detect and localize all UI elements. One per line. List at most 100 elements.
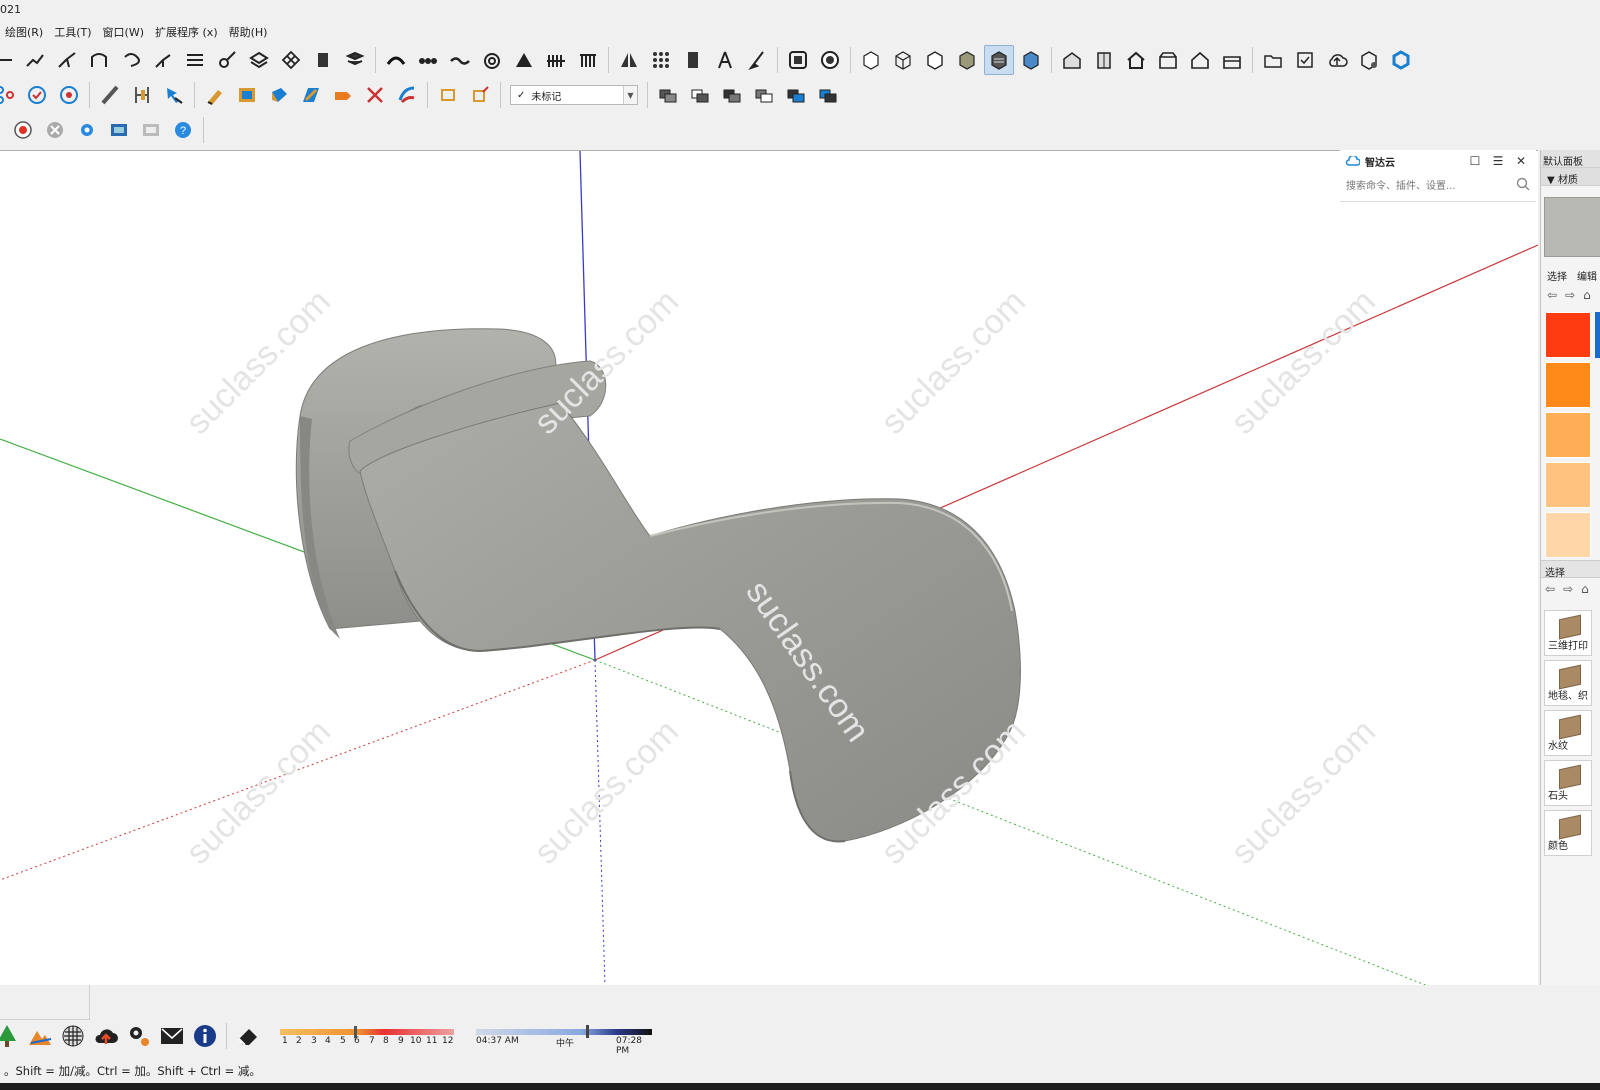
scene-record-icon[interactable] <box>815 45 845 75</box>
wave-tool-icon[interactable] <box>445 45 475 75</box>
arch-tool-icon[interactable] <box>381 45 411 75</box>
railing-tool-icon[interactable] <box>573 45 603 75</box>
shadow-time-slider[interactable]: 04:37 AM 中午 07:28 PM <box>474 1020 654 1056</box>
material-folder[interactable]: 三维打印 <box>1544 610 1592 656</box>
maximize-icon[interactable]: ☐ <box>1466 154 1484 168</box>
measurement-box[interactable] <box>0 985 90 1020</box>
chrome-sync-icon[interactable] <box>54 80 84 110</box>
compass-tool-icon[interactable] <box>710 45 740 75</box>
offset-tool-icon[interactable] <box>20 45 50 75</box>
house-left-icon[interactable] <box>1217 45 1247 75</box>
material-folder[interactable]: 水纹 <box>1544 710 1592 756</box>
cloud-upload-icon[interactable] <box>1322 45 1352 75</box>
layers-tool-icon[interactable] <box>244 45 274 75</box>
group-dark-icon[interactable] <box>717 80 747 110</box>
branch-tool-icon[interactable] <box>148 45 178 75</box>
select-arrow-tool-icon[interactable] <box>159 80 189 110</box>
bend-tool-icon[interactable] <box>95 80 125 110</box>
material-folder[interactable]: 石头 <box>1544 760 1592 806</box>
color-swatch[interactable] <box>1545 362 1591 408</box>
film-icon[interactable] <box>104 115 134 145</box>
loft-tool-icon[interactable] <box>392 80 422 110</box>
checker-sphere-icon[interactable] <box>58 1021 88 1051</box>
material-folder[interactable]: 地毯、织 <box>1544 660 1592 706</box>
menu-extensions[interactable]: 扩展程序 (x) <box>150 24 224 40</box>
frame-select-icon[interactable] <box>433 80 463 110</box>
pencil-tool-icon[interactable] <box>200 80 230 110</box>
mirror-tool-icon[interactable] <box>614 45 644 75</box>
board-tool-icon[interactable] <box>232 80 262 110</box>
menu-help[interactable]: 帮助(H) <box>224 24 274 40</box>
house-front-icon[interactable] <box>1121 45 1151 75</box>
forward-arrow-icon[interactable]: ⇨ <box>1565 288 1575 302</box>
follow-me-icon[interactable] <box>52 45 82 75</box>
view-shaded-icon[interactable] <box>952 45 982 75</box>
back-arrow-icon[interactable]: ⇦ <box>1545 582 1555 596</box>
array-tool-icon[interactable] <box>646 45 676 75</box>
forward-arrow-icon[interactable]: ⇨ <box>1563 582 1573 596</box>
dimension-tool-icon[interactable] <box>127 80 157 110</box>
menu-icon[interactable]: ☰ <box>1489 154 1507 168</box>
menu-draw[interactable]: 绘图(R) <box>0 24 49 40</box>
group-blue-icon[interactable] <box>781 80 811 110</box>
cloud-upload-red-icon[interactable] <box>91 1021 121 1051</box>
info-icon[interactable] <box>190 1021 220 1051</box>
menu-tools[interactable]: 工具(T) <box>49 24 97 40</box>
color-swatch[interactable] <box>1545 312 1591 358</box>
open-folder-icon[interactable] <box>1258 45 1288 75</box>
nodes-tool-icon[interactable] <box>0 80 20 110</box>
color-swatch[interactable] <box>1545 462 1591 508</box>
box-tool-icon[interactable] <box>308 45 338 75</box>
close-icon[interactable]: ✕ <box>1512 154 1530 168</box>
checklist-icon[interactable] <box>1290 45 1320 75</box>
stop-icon[interactable] <box>40 115 70 145</box>
view-monochrome-icon[interactable] <box>1016 45 1046 75</box>
view-textured-icon[interactable] <box>984 45 1014 75</box>
time-slider-thumb[interactable] <box>586 1025 589 1038</box>
house-back-icon[interactable] <box>1185 45 1215 75</box>
line-tool-icon[interactable] <box>0 45 18 75</box>
brush-tool-icon[interactable] <box>212 45 242 75</box>
view-iso-icon[interactable] <box>856 45 886 75</box>
group-blue-alt-icon[interactable] <box>813 80 843 110</box>
house-side-icon[interactable] <box>1089 45 1119 75</box>
house-iso-icon[interactable] <box>1057 45 1087 75</box>
shadow-date-slider[interactable]: 1 2 3 4 5 6 7 8 9 10 11 12 <box>276 1020 458 1050</box>
home-icon[interactable]: ⌂ <box>1583 288 1591 302</box>
rotate-curve-icon[interactable] <box>116 45 146 75</box>
menu-window[interactable]: 窗口(W) <box>98 24 150 40</box>
view-wireframe-icon[interactable] <box>888 45 918 75</box>
back-arrow-icon[interactable]: ⇦ <box>1547 288 1557 302</box>
stair-tool-icon[interactable] <box>180 45 210 75</box>
color-swatch[interactable] <box>1545 412 1591 458</box>
tab-select[interactable]: 选择 <box>1547 268 1567 286</box>
frame-move-icon[interactable] <box>465 80 495 110</box>
component-browser-icon[interactable] <box>783 45 813 75</box>
search-icon[interactable] <box>1516 177 1530 191</box>
settings-gear-icon[interactable] <box>72 115 102 145</box>
search-input[interactable]: 搜索命令、插件、设置... <box>1346 177 1456 192</box>
mail-icon[interactable] <box>157 1021 187 1051</box>
house-right-icon[interactable] <box>1153 45 1183 75</box>
chain-tool-icon[interactable] <box>413 45 443 75</box>
model-viewport[interactable]: suclass.com suclass.com suclass.com sucl… <box>0 150 1538 985</box>
roof-tool-icon[interactable] <box>296 80 326 110</box>
sweep-tool-icon[interactable] <box>742 45 772 75</box>
refresh-check-icon[interactable] <box>22 80 52 110</box>
chevron-down-icon[interactable]: ▼ <box>623 86 637 104</box>
help-icon[interactable]: ? <box>168 115 198 145</box>
cylinder-tool-icon[interactable] <box>264 80 294 110</box>
gears-icon[interactable] <box>124 1021 154 1051</box>
tag-dropdown[interactable]: ✓ 未标记 ▼ <box>510 85 638 105</box>
panel-tool-icon[interactable] <box>678 45 708 75</box>
refresh-blue-icon[interactable] <box>1386 45 1416 75</box>
zhidayun-search[interactable]: 搜索命令、插件、设置... <box>1340 172 1536 196</box>
arc-tool-icon[interactable] <box>84 45 114 75</box>
spiral-tool-icon[interactable] <box>477 45 507 75</box>
fence-tool-icon[interactable] <box>541 45 571 75</box>
home-icon[interactable]: ⌂ <box>1581 582 1589 596</box>
terrain-icon[interactable] <box>25 1021 55 1051</box>
tab-edit[interactable]: 编辑 <box>1577 268 1597 286</box>
scissors-tool-icon[interactable] <box>360 80 390 110</box>
material-folder[interactable]: 颜色 <box>1544 810 1592 856</box>
